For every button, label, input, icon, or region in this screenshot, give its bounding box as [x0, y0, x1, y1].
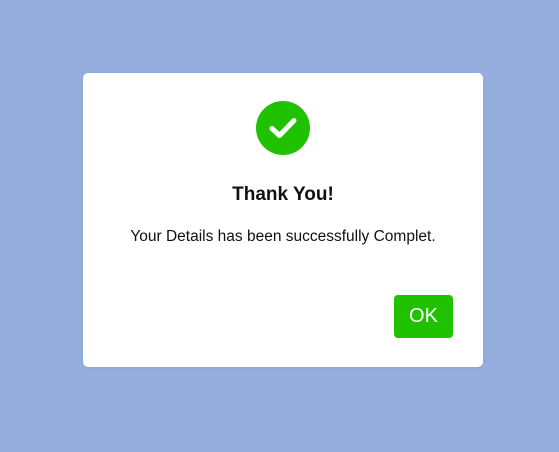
dialog-title: Thank You!: [232, 184, 334, 205]
success-dialog: Thank You! Your Details has been success…: [83, 73, 483, 367]
checkmark-icon: [269, 118, 297, 138]
ok-button[interactable]: OK: [394, 295, 453, 338]
dialog-message: Your Details has been successfully Compl…: [130, 228, 436, 245]
checkmark-circle-icon: [256, 101, 310, 155]
